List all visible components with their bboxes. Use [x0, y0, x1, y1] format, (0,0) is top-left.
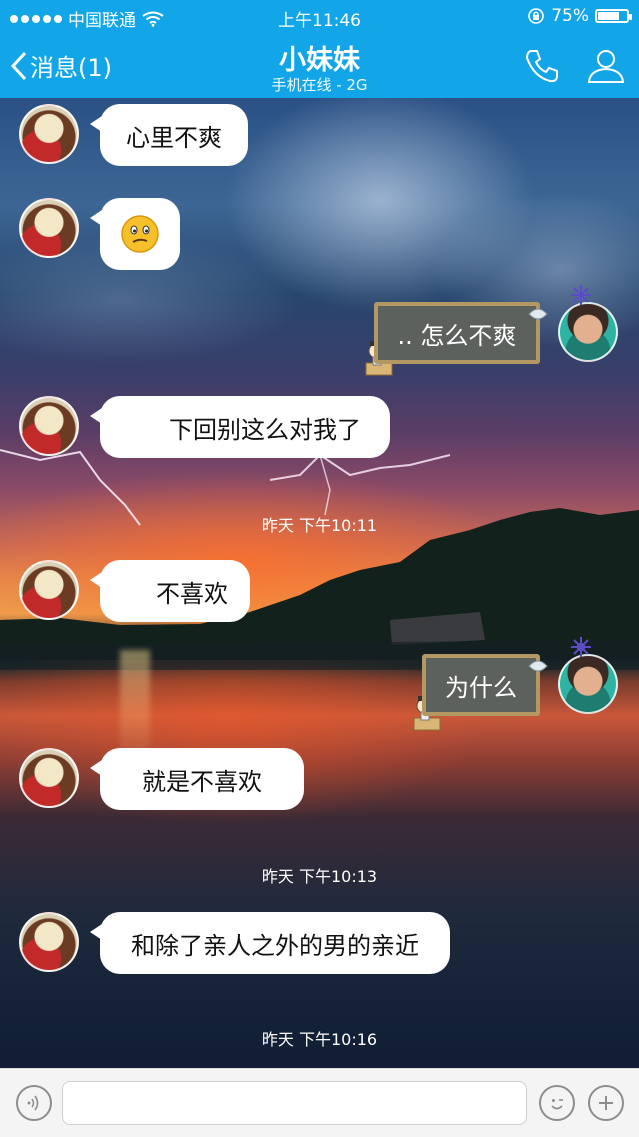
battery-icon [595, 9, 632, 23]
emoji-button[interactable] [539, 1085, 575, 1121]
plus-button[interactable] [588, 1085, 624, 1121]
message-text: 为什么 [445, 673, 517, 702]
message-bubble[interactable]: 心里不爽 [90, 104, 248, 166]
message-timestamp: 昨天 下午10:11 [261, 516, 378, 535]
system-indicators: 75% [527, 6, 632, 26]
message-text: 下回别这么对我了 [169, 415, 361, 444]
message-bubble[interactable] [90, 198, 180, 270]
message-text: 心里不爽 [126, 123, 222, 152]
contact-avatar[interactable] [19, 396, 79, 456]
message-text: 和除了亲人之外的男的亲近 [131, 931, 419, 960]
message-text: .. 怎么不爽 [397, 321, 517, 350]
input-bar [0, 1068, 639, 1137]
message-bubble[interactable]: 和除了亲人之外的男的亲近 [90, 912, 450, 974]
battery-percent: 75% [551, 6, 589, 26]
emoji-icon [551, 1099, 563, 1110]
scroll-decoration-icon [528, 660, 548, 672]
phone-icon[interactable] [522, 46, 562, 86]
message-bubble[interactable]: 下回别这么对我了 [90, 396, 390, 458]
contact-avatar[interactable] [19, 104, 79, 164]
orientation-lock-icon [528, 8, 545, 24]
message-text: 不喜欢 [156, 579, 228, 608]
nav-bar: 消息(1) 小妹妹 手机在线 - 2G [0, 34, 639, 98]
battery-level [598, 12, 619, 20]
my-avatar[interactable] [558, 302, 618, 362]
voice-button[interactable] [16, 1085, 52, 1121]
message-bubble[interactable]: .. 怎么不爽 [374, 302, 540, 364]
voice-icon [27, 1095, 39, 1111]
message-bubble[interactable]: 不喜欢 [90, 560, 250, 622]
contact-avatar[interactable] [19, 912, 79, 972]
message-bubble[interactable]: 为什么 [422, 654, 540, 716]
message-input[interactable] [62, 1081, 527, 1125]
contact-avatar[interactable] [19, 198, 79, 258]
flower-decoration-icon [571, 285, 591, 305]
message-timestamp: 昨天 下午10:13 [261, 867, 378, 886]
plus-icon [599, 1096, 613, 1110]
status-bar: 中国联通 上午11:46 75% [0, 0, 639, 34]
confused-face-emoji [121, 215, 159, 253]
scroll-decoration-icon [528, 308, 548, 320]
my-avatar[interactable] [558, 654, 618, 714]
contact-avatar[interactable] [19, 560, 79, 620]
profile-icon[interactable] [586, 46, 626, 86]
message-bubble[interactable]: 就是不喜欢 [90, 748, 304, 810]
contact-avatar[interactable] [19, 748, 79, 808]
message-timestamp: 昨天 下午10:16 [261, 1030, 378, 1049]
message-text: 就是不喜欢 [142, 767, 262, 796]
flower-decoration-icon [571, 637, 591, 657]
